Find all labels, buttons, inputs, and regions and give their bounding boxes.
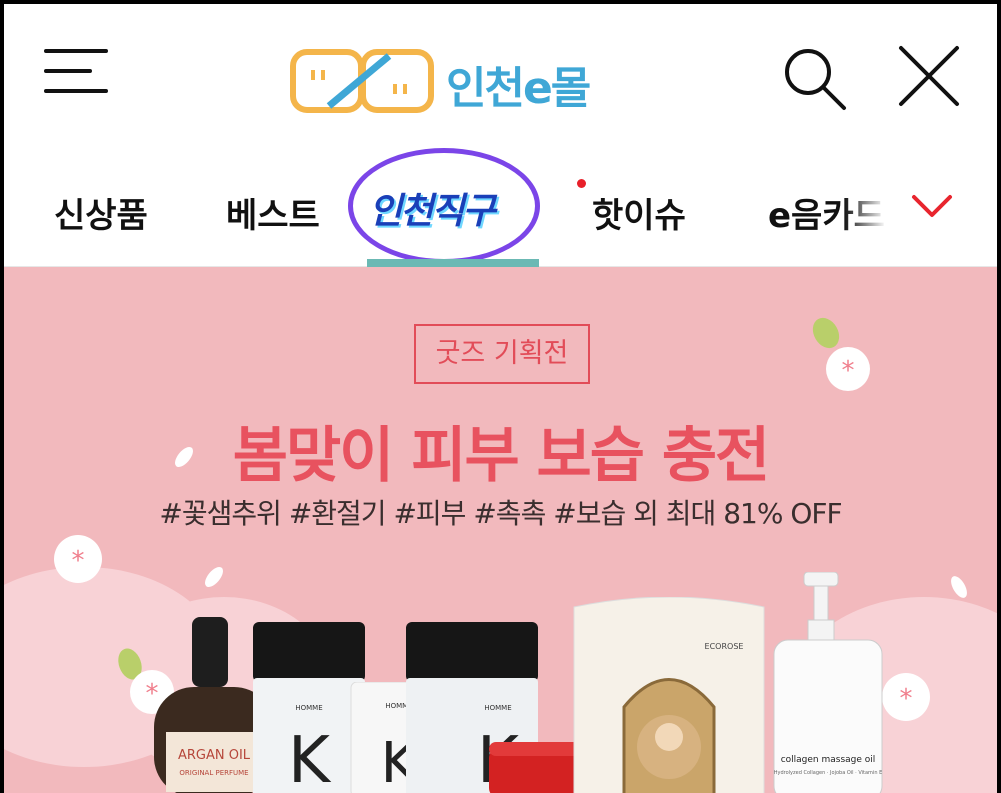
- hamburger-icon[interactable]: [44, 49, 108, 95]
- banner-subtitle: #꽃샘추위 #환절기 #피부 #촉촉 #보습 외 최대 81% OFF: [159, 497, 842, 530]
- collagen-sublabel: Hydrolyzed Collagen · Jojoba Oil · Vitam…: [774, 770, 882, 776]
- search-icon[interactable]: [782, 46, 848, 112]
- svg-text:*: *: [842, 356, 855, 386]
- svg-text:*: *: [900, 684, 913, 714]
- k-logo: K: [288, 724, 332, 793]
- category-tabs: 신상품 베스트 인천직구 핫이슈 e음카드: [4, 148, 997, 267]
- collagen-label: collagen massage oil: [781, 755, 876, 765]
- petal-icon: [951, 576, 967, 598]
- flower-icon: *: [812, 317, 870, 391]
- homme-brand: HOMME: [295, 704, 322, 712]
- tab-best[interactable]: 베스트: [226, 188, 320, 237]
- svg-text:*: *: [72, 546, 85, 576]
- promo-badge: 굿즈 기획전: [414, 324, 590, 384]
- ecorose-label: ECOROSE: [705, 642, 744, 651]
- promo-banner[interactable]: * * * * 굿즈 기획전 봄맞이 피부 보습 충전 #꽃샘추위 #환절기 #…: [4, 267, 997, 793]
- active-tab-underline: [367, 259, 539, 267]
- app-frame: 인천e몰 신상품 베스트 인천직구 핫이슈 e음카드 * * * * 굿즈 기획…: [0, 0, 1001, 793]
- argan-oil-label: ARGAN OIL: [178, 748, 251, 763]
- site-logo[interactable]: 인천e몰: [289, 46, 619, 118]
- petal-icon: [205, 567, 223, 587]
- argan-oil-sublabel: ORIGINAL PERFUME: [179, 769, 248, 777]
- banner-headline: 봄맞이 피부 보습 충전: [232, 421, 770, 491]
- tab-incheon-direct-label: 인천직구: [369, 191, 495, 232]
- new-dot-indicator: [577, 179, 586, 188]
- header: 인천e몰: [4, 4, 997, 154]
- logo-mark-icon: [290, 49, 434, 113]
- homme-brand: HOMME: [484, 704, 511, 712]
- ecorose-mask-pack: ECOROSE: [573, 597, 765, 793]
- logo-text: 인천e몰: [446, 63, 591, 114]
- chevron-down-icon[interactable]: [908, 189, 956, 225]
- tab-new-products[interactable]: 신상품: [54, 188, 148, 237]
- collagen-massage-oil-bottle: collagen massage oil Hydrolyzed Collagen…: [773, 572, 883, 793]
- flower-icon: *: [54, 535, 102, 583]
- tab-hot-issue[interactable]: 핫이슈: [592, 188, 686, 237]
- tabs-fade: [844, 174, 904, 254]
- close-icon[interactable]: [897, 44, 961, 108]
- tab-incheon-direct[interactable]: 인천직구: [347, 148, 547, 266]
